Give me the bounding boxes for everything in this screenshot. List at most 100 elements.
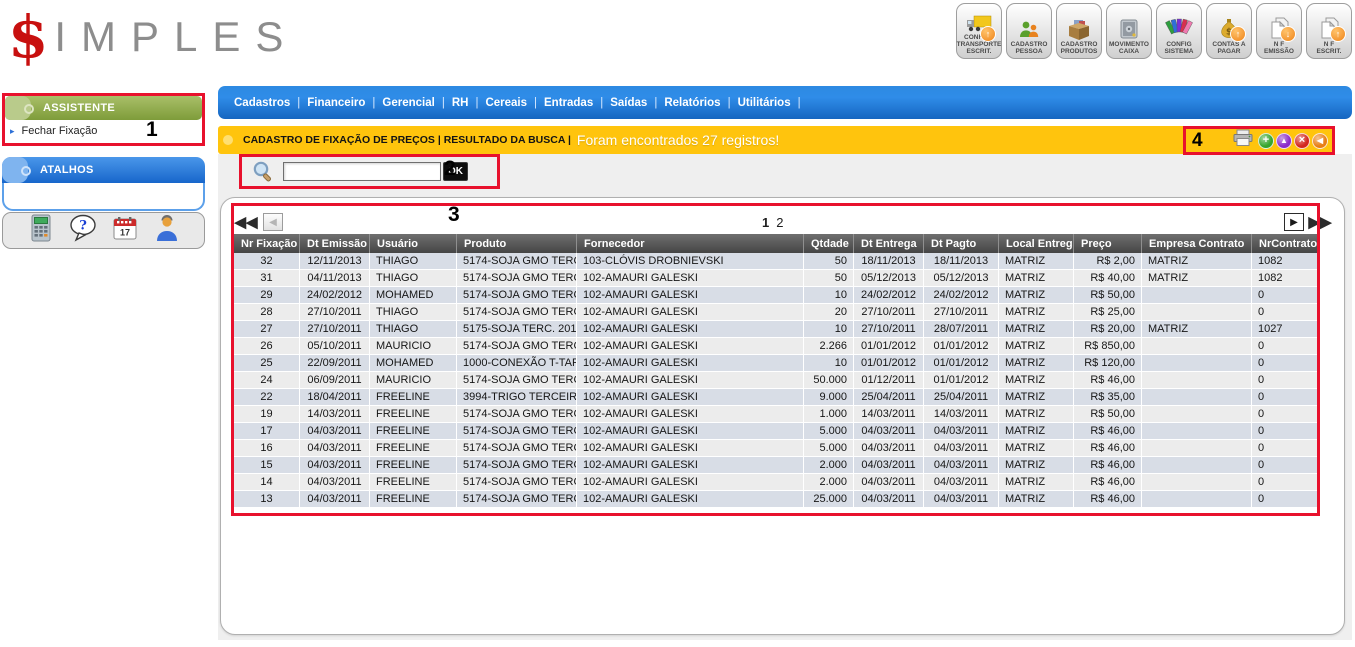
cell-usua-rio[interactable]: FREELINE (370, 389, 457, 406)
cell-produto[interactable]: 5174-SOJA GMO TERC. 2010 (457, 474, 577, 491)
cell-fornecedor[interactable]: 103-CLÓVIS DROBNIEVSKI (577, 253, 804, 270)
cell-local-entrega[interactable]: MATRIZ (999, 457, 1074, 474)
table-row[interactable]: 2924/02/2012MOHAMED5174-SOJA GMO TERC. 2… (234, 287, 1318, 304)
cell-usua-rio[interactable]: THIAGO (370, 304, 457, 321)
cell-dt-emissa-o[interactable]: 04/03/2011 (300, 423, 370, 440)
cell-nr-fixac-a-o[interactable]: 24 (234, 372, 300, 389)
sidebar-item-fechar-fixacao[interactable]: ▸Fechar Fixação (5, 120, 202, 142)
cell-local-entrega[interactable]: MATRIZ (999, 338, 1074, 355)
menu-item-cereais[interactable]: Cereais (485, 97, 527, 109)
cell-qtdade[interactable]: 20 (804, 304, 854, 321)
cell-fornecedor[interactable]: 102-AMAURI GALESKI (577, 338, 804, 355)
cell-dt-pagto[interactable]: 24/02/2012 (924, 287, 999, 304)
cell-usua-rio[interactable]: THIAGO (370, 270, 457, 287)
menu-item-saidas[interactable]: Saídas (610, 97, 647, 109)
cell-nr-fixac-a-o[interactable]: 16 (234, 440, 300, 457)
cell-usua-rio[interactable]: FREELINE (370, 440, 457, 457)
cell-usua-rio[interactable]: THIAGO (370, 253, 457, 270)
cell-nr-fixac-a-o[interactable]: 26 (234, 338, 300, 355)
cell-prec-o[interactable]: R$ 20,00 (1074, 321, 1142, 338)
cell-nrcontrato[interactable]: 0 (1252, 287, 1318, 304)
cell-dt-pagto[interactable]: 04/03/2011 (924, 491, 999, 508)
cell-produto[interactable]: 5174-SOJA GMO TERC. 2010 (457, 423, 577, 440)
cell-local-entrega[interactable]: MATRIZ (999, 321, 1074, 338)
back-button[interactable]: ◀ (1312, 133, 1328, 149)
cell-produto[interactable]: 1000-CONEXÃO T-TAPE LAYF (457, 355, 577, 372)
table-row[interactable]: 2605/10/2011MAURICIO5174-SOJA GMO TERC. … (234, 338, 1318, 355)
toolbar-button-cadastro-produtos[interactable]: CADASTROPRODUTOS (1056, 3, 1102, 59)
cell-fornecedor[interactable]: 102-AMAURI GALESKI (577, 491, 804, 508)
cell-dt-pagto[interactable]: 04/03/2011 (924, 474, 999, 491)
cell-dt-entrega[interactable]: 18/11/2013 (854, 253, 924, 270)
cell-prec-o[interactable]: R$ 46,00 (1074, 457, 1142, 474)
cell-dt-pagto[interactable]: 27/10/2011 (924, 304, 999, 321)
menu-item-financeiro[interactable]: Financeiro (307, 97, 365, 109)
cell-empresa-contrato[interactable]: MATRIZ (1142, 321, 1252, 338)
cell-prec-o[interactable]: R$ 46,00 (1074, 440, 1142, 457)
cell-dt-entrega[interactable]: 04/03/2011 (854, 457, 924, 474)
cell-usua-rio[interactable]: MOHAMED (370, 355, 457, 372)
cell-qtdade[interactable]: 9.000 (804, 389, 854, 406)
cell-nrcontrato[interactable]: 0 (1252, 440, 1318, 457)
cell-prec-o[interactable]: R$ 46,00 (1074, 423, 1142, 440)
cell-usua-rio[interactable]: FREELINE (370, 491, 457, 508)
cell-fornecedor[interactable]: 102-AMAURI GALESKI (577, 389, 804, 406)
cell-prec-o[interactable]: R$ 120,00 (1074, 355, 1142, 372)
cell-qtdade[interactable]: 50 (804, 270, 854, 287)
cell-nr-fixac-a-o[interactable]: 14 (234, 474, 300, 491)
table-row[interactable]: 2522/09/2011MOHAMED1000-CONEXÃO T-TAPE L… (234, 355, 1318, 372)
cell-dt-entrega[interactable]: 04/03/2011 (854, 423, 924, 440)
print-button[interactable] (1232, 129, 1254, 152)
cell-empresa-contrato[interactable] (1142, 457, 1252, 474)
toolbar-button-config-sistema[interactable]: CONFIGSISTEMA (1156, 3, 1202, 59)
toolbar-button-cadastro-pessoa[interactable]: CADASTROPESSOA (1006, 3, 1052, 59)
cell-prec-o[interactable]: R$ 2,00 (1074, 253, 1142, 270)
cell-local-entrega[interactable]: MATRIZ (999, 355, 1074, 372)
cell-produto[interactable]: 5174-SOJA GMO TERC. 2010 (457, 491, 577, 508)
cell-nr-fixac-a-o[interactable]: 27 (234, 321, 300, 338)
cell-dt-entrega[interactable]: 01/12/2011 (854, 372, 924, 389)
cell-nrcontrato[interactable]: 0 (1252, 338, 1318, 355)
cell-nr-fixac-a-o[interactable]: 25 (234, 355, 300, 372)
cell-produto[interactable]: 5174-SOJA GMO TERC. 2010 (457, 253, 577, 270)
cell-fornecedor[interactable]: 102-AMAURI GALESKI (577, 270, 804, 287)
table-row[interactable]: 2727/10/2011THIAGO5175-SOJA TERC. 201010… (234, 321, 1318, 338)
page-number-2[interactable]: 2 (776, 215, 783, 230)
cell-usua-rio[interactable]: FREELINE (370, 457, 457, 474)
cell-empresa-contrato[interactable] (1142, 304, 1252, 321)
cell-qtdade[interactable]: 5.000 (804, 423, 854, 440)
cell-dt-entrega[interactable]: 04/03/2011 (854, 440, 924, 457)
user-button[interactable] (153, 217, 180, 244)
up-button[interactable]: ▲ (1276, 133, 1292, 149)
menu-item-cadastros[interactable]: Cadastros (234, 97, 290, 109)
cell-dt-entrega[interactable]: 24/02/2012 (854, 287, 924, 304)
calculator-button[interactable] (27, 217, 54, 244)
cell-produto[interactable]: 5174-SOJA GMO TERC. 2010 (457, 304, 577, 321)
cell-produto[interactable]: 5174-SOJA GMO TERC. 2010 (457, 287, 577, 304)
cell-empresa-contrato[interactable] (1142, 338, 1252, 355)
cell-dt-pagto[interactable]: 04/03/2011 (924, 440, 999, 457)
cell-usua-rio[interactable]: MAURICIO (370, 372, 457, 389)
cell-nr-fixac-a-o[interactable]: 29 (234, 287, 300, 304)
cell-dt-pagto[interactable]: 05/12/2013 (924, 270, 999, 287)
cell-empresa-contrato[interactable] (1142, 406, 1252, 423)
cell-produto[interactable]: 5174-SOJA GMO TERC. 2010 (457, 372, 577, 389)
cell-empresa-contrato[interactable] (1142, 355, 1252, 372)
cell-prec-o[interactable]: R$ 46,00 (1074, 491, 1142, 508)
cell-produto[interactable]: 5175-SOJA TERC. 2010 (457, 321, 577, 338)
cell-usua-rio[interactable]: FREELINE (370, 406, 457, 423)
cell-produto[interactable]: 5174-SOJA GMO TERC. 2010 (457, 440, 577, 457)
cell-usua-rio[interactable]: MAURICIO (370, 338, 457, 355)
cell-dt-emissa-o[interactable]: 18/04/2011 (300, 389, 370, 406)
cell-nrcontrato[interactable]: 1082 (1252, 270, 1318, 287)
cell-fornecedor[interactable]: 102-AMAURI GALESKI (577, 457, 804, 474)
cell-local-entrega[interactable]: MATRIZ (999, 372, 1074, 389)
cell-dt-entrega[interactable]: 27/10/2011 (854, 321, 924, 338)
cell-fornecedor[interactable]: 102-AMAURI GALESKI (577, 440, 804, 457)
cell-nrcontrato[interactable]: 0 (1252, 474, 1318, 491)
cell-nr-fixac-a-o[interactable]: 19 (234, 406, 300, 423)
cell-produto[interactable]: 5174-SOJA GMO TERC. 2010 (457, 406, 577, 423)
cell-prec-o[interactable]: R$ 50,00 (1074, 406, 1142, 423)
cell-dt-emissa-o[interactable]: 04/03/2011 (300, 457, 370, 474)
cell-local-entrega[interactable]: MATRIZ (999, 253, 1074, 270)
